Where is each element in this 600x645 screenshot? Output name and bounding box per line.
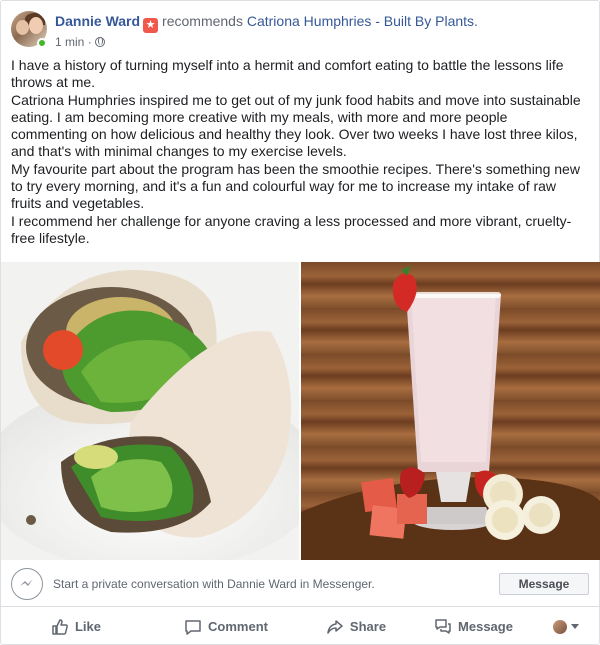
like-button[interactable]: Like: [1, 608, 151, 645]
messenger-prompt: Start a private conversation with Dannie…: [53, 576, 375, 591]
smoothie-photo[interactable]: [301, 262, 600, 560]
messenger-bar: Start a private conversation with Dannie…: [1, 561, 600, 607]
post-as-selector[interactable]: [536, 608, 596, 645]
recommended-page-link[interactable]: Catriona Humphries - Built By Plants.: [247, 13, 478, 29]
post-body: I have a history of turning myself into …: [1, 51, 599, 247]
action-bar: Like Comment Share Message: [1, 608, 600, 645]
timestamp[interactable]: 1 min: [55, 35, 84, 49]
comment-button[interactable]: Comment: [151, 608, 301, 645]
online-status-dot: [37, 38, 47, 48]
thumbs-up-icon: [52, 618, 68, 635]
message-label: Message: [458, 619, 513, 634]
header-text: Dannie Ward ★ recommends Catriona Humphrie…: [55, 12, 478, 51]
post-paragraph: I recommend her challenge for anyone cra…: [11, 212, 572, 246]
send-message-button[interactable]: Message: [411, 608, 536, 645]
post-header: Dannie Ward ★ recommends Catriona Humphrie…: [1, 1, 599, 51]
share-label: Share: [349, 619, 387, 634]
share-button[interactable]: Share: [301, 608, 411, 645]
like-label: Like: [74, 619, 101, 634]
post-paragraph: My favourite part about the program has …: [11, 160, 580, 212]
post-paragraph: Catriona Humphries inspired me to get ou…: [11, 91, 581, 160]
share-icon: [327, 619, 343, 634]
comment-icon: [185, 619, 201, 635]
separator: ·: [87, 35, 92, 49]
action-text: recommends: [162, 13, 243, 29]
photo-grid: [1, 262, 600, 560]
globe-icon[interactable]: [95, 37, 106, 47]
wrap-photo[interactable]: [1, 262, 299, 560]
avatar: [553, 619, 567, 634]
chat-bubbles-icon: [435, 618, 451, 634]
messenger-icon: [11, 567, 43, 600]
post-card: Dannie Ward ★ recommends Catriona Humphrie…: [0, 0, 600, 645]
author-name[interactable]: Dannie Ward: [55, 13, 140, 29]
post-paragraph: I have a history of turning myself into …: [11, 57, 564, 91]
message-button[interactable]: Message: [499, 572, 589, 595]
chevron-down-icon: [571, 624, 579, 629]
comment-label: Comment: [208, 619, 268, 634]
recommend-star-icon: ★: [143, 18, 159, 33]
